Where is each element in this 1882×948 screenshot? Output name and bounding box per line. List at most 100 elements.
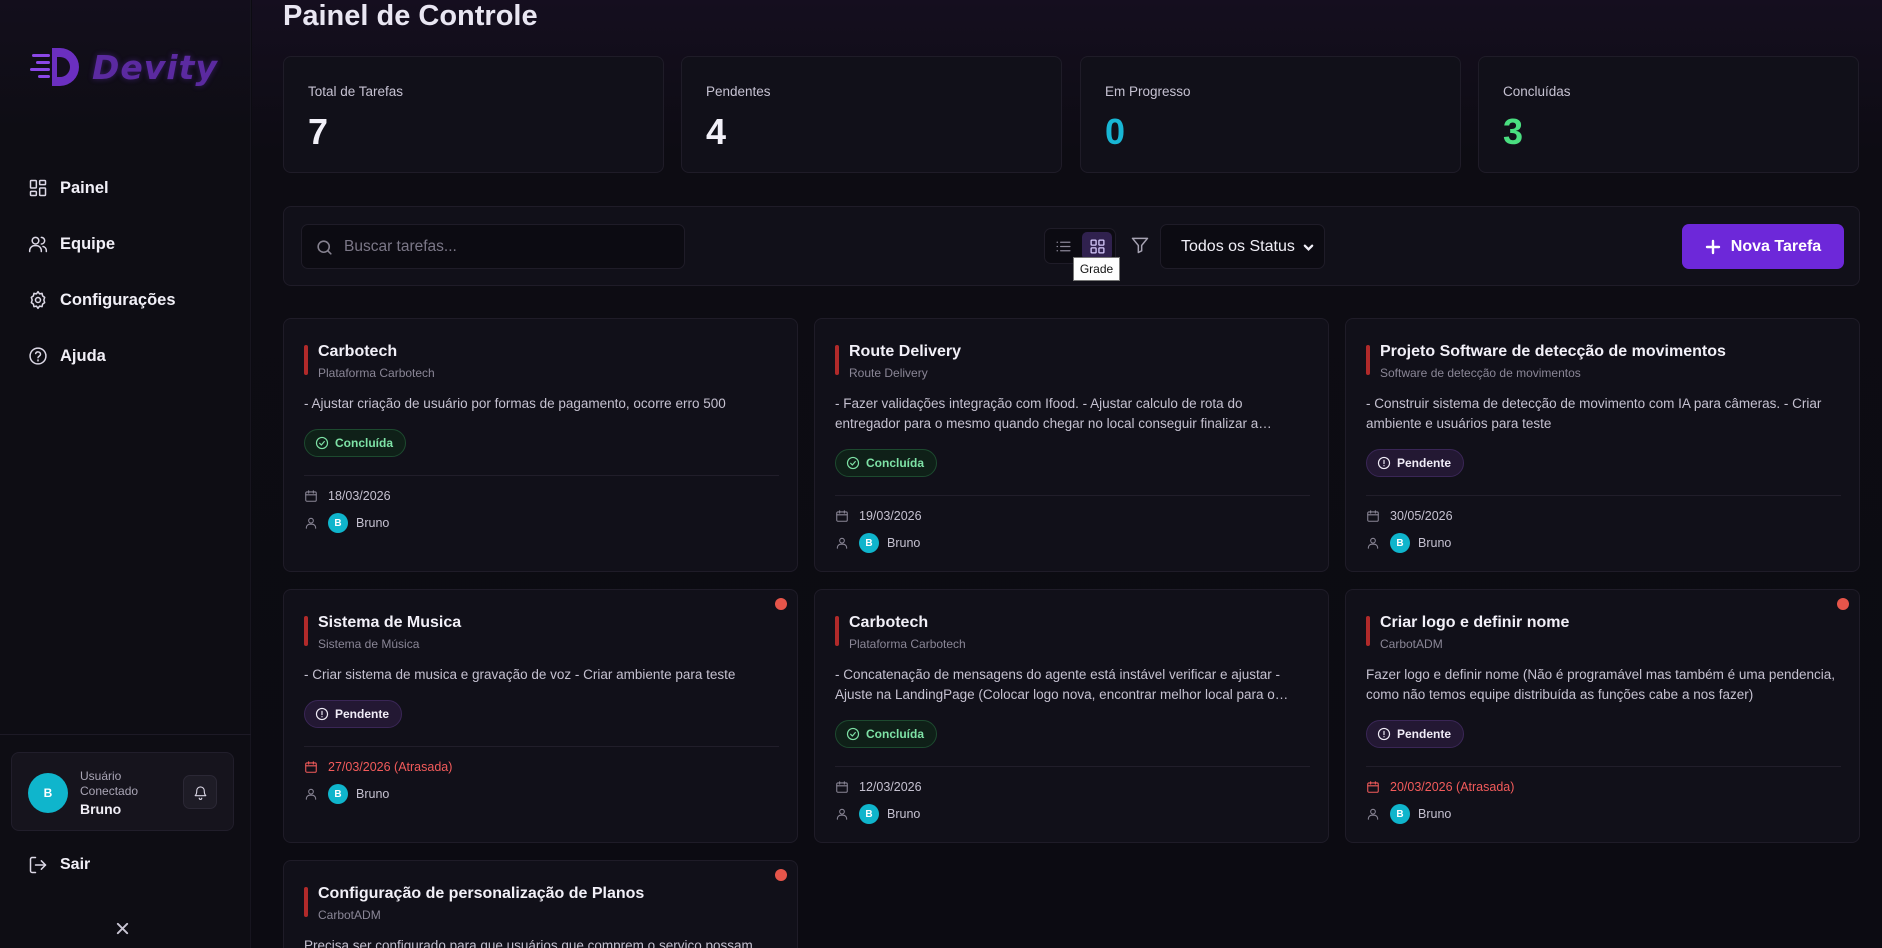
- task-due-date: 27/03/2026 (Atrasada): [304, 760, 452, 774]
- sidebar-divider: [0, 734, 251, 735]
- overdue-indicator: [1837, 598, 1849, 610]
- task-assignee: B Bruno: [304, 513, 389, 533]
- task-date: 27/03/2026 (Atrasada): [328, 760, 453, 774]
- avatar: B: [28, 773, 68, 813]
- sidebar-item-equipe[interactable]: Equipe: [0, 216, 251, 272]
- task-due-date: 18/03/2026: [304, 489, 391, 503]
- sidebar-nav: Painel Equipe Configurações Ajuda: [0, 160, 251, 384]
- task-description: Fazer logo e definir nome (Não é program…: [1366, 667, 1835, 702]
- status-badge-label: Concluída: [335, 436, 394, 450]
- status-badge: Pendente: [304, 700, 403, 728]
- task-assignee: B Bruno: [835, 804, 920, 824]
- task-toolbar: Grade Todos os Status Nova Tarefa: [283, 206, 1860, 286]
- dashboard-icon: [29, 179, 47, 197]
- overdue-indicator: [775, 598, 787, 610]
- assignee-name: Bruno: [887, 807, 921, 821]
- card-divider: [1366, 766, 1841, 767]
- task-title: Carbotech: [318, 343, 398, 360]
- search-box: [301, 224, 685, 269]
- overdue-indicator: [775, 869, 787, 881]
- grid-view-tooltip: Grade: [1073, 257, 1120, 281]
- task-due-date: 20/03/2026 (Atrasada): [1366, 780, 1514, 794]
- close-icon: [116, 922, 128, 934]
- stat-value: 0: [1105, 111, 1126, 152]
- priority-indicator: [835, 345, 839, 375]
- card-divider: [835, 766, 1310, 767]
- sidebar-item-painel[interactable]: Painel: [0, 160, 251, 216]
- task-card[interactable]: Sistema de Musica Sistema de Música - Cr…: [283, 589, 798, 843]
- status-filter-select[interactable]: Todos os Status: [1160, 224, 1325, 269]
- calendar-icon: [305, 490, 317, 502]
- filter-icon: [1131, 237, 1149, 254]
- user-name: Bruno: [80, 801, 122, 817]
- task-card[interactable]: Configuração de personalização de Planos…: [283, 860, 798, 948]
- calendar-icon: [1367, 781, 1379, 793]
- main-content: Painel de Controle Total de Tarefas 7 Pe…: [252, 0, 1882, 948]
- sidebar-item-configuracoes[interactable]: Configurações: [0, 272, 251, 328]
- search-input[interactable]: [344, 225, 674, 268]
- assignee-name: Bruno: [1418, 536, 1452, 550]
- stat-value: 3: [1503, 111, 1524, 152]
- notifications-button[interactable]: [183, 775, 217, 809]
- task-card[interactable]: Route Delivery Route Delivery - Fazer va…: [814, 318, 1329, 572]
- stat-card-completed: Concluídas 3: [1478, 56, 1859, 173]
- priority-indicator: [304, 616, 308, 646]
- status-badge-label: Pendente: [1397, 456, 1452, 470]
- user-icon: [305, 517, 317, 529]
- status-badge: Concluída: [835, 720, 938, 748]
- sidebar-item-ajuda[interactable]: Ajuda: [0, 328, 251, 384]
- stat-label: Em Progresso: [1105, 84, 1191, 99]
- status-badge: Pendente: [1366, 449, 1465, 477]
- task-title: Configuração de personalização de Planos: [318, 885, 645, 902]
- check-circle-icon: [315, 436, 329, 450]
- grid-view-button[interactable]: [1082, 232, 1112, 260]
- filter-button[interactable]: [1130, 235, 1150, 255]
- task-description: - Concatenação de mensagens do agente es…: [835, 667, 1281, 702]
- task-card[interactable]: Projeto Software de detecção de moviment…: [1345, 318, 1860, 572]
- user-status: Usuário Conectado: [80, 769, 139, 798]
- search-icon: [317, 240, 332, 255]
- task-card[interactable]: Criar logo e definir nome CarbotADM Faze…: [1345, 589, 1860, 843]
- task-project: Software de detecção de movimentos: [1380, 366, 1581, 380]
- task-due-date: 12/03/2026: [835, 780, 922, 794]
- gear-icon: [30, 290, 46, 310]
- calendar-icon: [305, 761, 317, 773]
- sidebar: Devity Painel Equipe Configurações Ajuda…: [0, 0, 251, 948]
- sidebar-item-label: Ajuda: [60, 346, 106, 365]
- status-badge-label: Pendente: [335, 707, 390, 721]
- stat-label: Concluídas: [1503, 84, 1571, 99]
- task-assignee: B Bruno: [1366, 804, 1451, 824]
- task-title: Sistema de Musica: [318, 614, 462, 631]
- assignee-name: Bruno: [887, 536, 921, 550]
- alert-circle-icon: [1377, 727, 1391, 741]
- list-view-button[interactable]: [1048, 232, 1078, 260]
- new-task-label: Nova Tarefa: [1730, 237, 1822, 255]
- task-project: CarbotADM: [318, 908, 381, 922]
- card-divider: [1366, 495, 1841, 496]
- task-card[interactable]: Carbotech Plataforma Carbotech - Ajustar…: [283, 318, 798, 572]
- task-project: Plataforma Carbotech: [849, 637, 966, 651]
- task-date: 19/03/2026: [859, 509, 922, 523]
- check-circle-icon: [846, 456, 860, 470]
- stat-card-total: Total de Tarefas 7: [283, 56, 664, 173]
- task-description: - Criar sistema de musica e gravação de …: [304, 667, 736, 682]
- status-badge: Concluída: [835, 449, 938, 477]
- task-title: Criar logo e definir nome: [1380, 614, 1570, 631]
- status-badge-label: Concluída: [866, 727, 925, 741]
- status-badge-label: Pendente: [1397, 727, 1452, 741]
- grid-icon: [1089, 238, 1105, 254]
- priority-indicator: [304, 345, 308, 375]
- priority-indicator: [304, 887, 308, 917]
- task-card[interactable]: Carbotech Plataforma Carbotech - Concate…: [814, 589, 1329, 843]
- alert-circle-icon: [1377, 456, 1391, 470]
- avatar: B: [328, 784, 348, 804]
- new-task-button[interactable]: Nova Tarefa: [1682, 224, 1844, 269]
- avatar: B: [859, 804, 879, 824]
- close-sidebar-button[interactable]: [112, 918, 132, 938]
- bell-icon: [194, 785, 206, 800]
- task-description: - Construir sistema de detecção de movim…: [1366, 396, 1822, 431]
- brand-logo[interactable]: Devity: [30, 42, 220, 92]
- logout-button[interactable]: Sair: [28, 855, 90, 875]
- sidebar-item-label: Painel: [60, 178, 109, 197]
- priority-indicator: [1366, 616, 1370, 646]
